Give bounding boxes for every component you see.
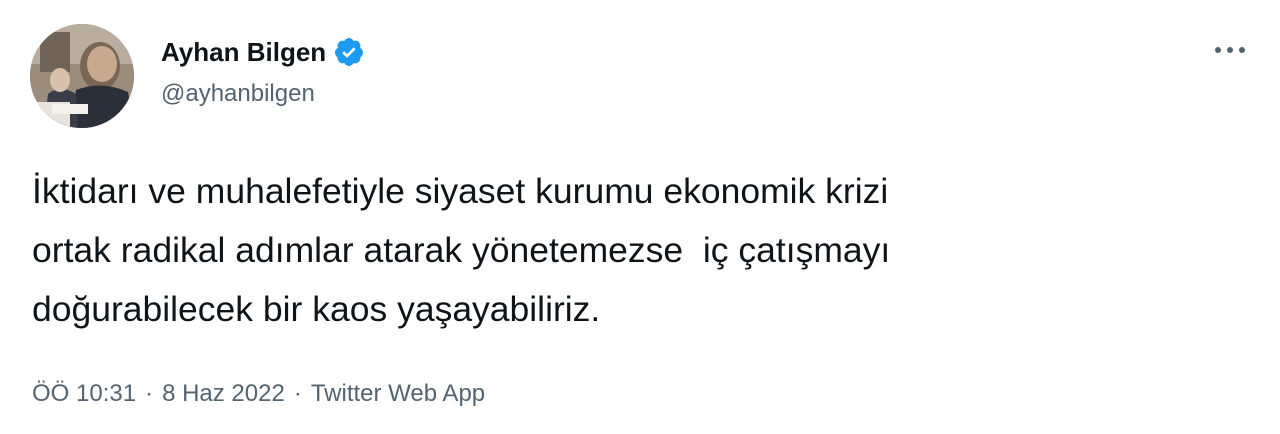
- more-options-button[interactable]: [1208, 34, 1252, 66]
- tweet-text-line: İktidarı ve muhalefetiyle siyaset kurumu…: [32, 171, 889, 211]
- avatar-photo: [30, 24, 134, 128]
- tweet-time[interactable]: ÖÖ 10:31: [32, 380, 136, 408]
- tweet-card: Ayhan Bilgen @ayhanbilgen İktidarı ve mu…: [0, 0, 1280, 434]
- verified-badge-icon: [333, 36, 365, 68]
- meta-separator: ·: [145, 380, 154, 407]
- tweet-date[interactable]: 8 Haz 2022: [162, 380, 285, 408]
- tweet-source[interactable]: Twitter Web App: [311, 380, 485, 408]
- author-name-row: Ayhan Bilgen: [161, 34, 365, 70]
- author-handle[interactable]: @ayhanbilgen: [161, 80, 315, 108]
- display-name[interactable]: Ayhan Bilgen: [161, 37, 326, 68]
- tweet-text-line: doğurabilecek bir kaos yaşayabiliriz.: [32, 289, 601, 329]
- tweet-text-line: ortak radikal adımlar atarak yönetemezse…: [32, 230, 891, 270]
- avatar[interactable]: [30, 24, 134, 128]
- more-horizontal-icon: [1215, 47, 1245, 53]
- tweet-meta: ÖÖ 10:31 · 8 Haz 2022 · Twitter Web App: [32, 380, 485, 408]
- meta-separator: ·: [293, 380, 302, 407]
- tweet-text: İktidarı ve muhalefetiyle siyaset kurumu…: [32, 162, 1252, 339]
